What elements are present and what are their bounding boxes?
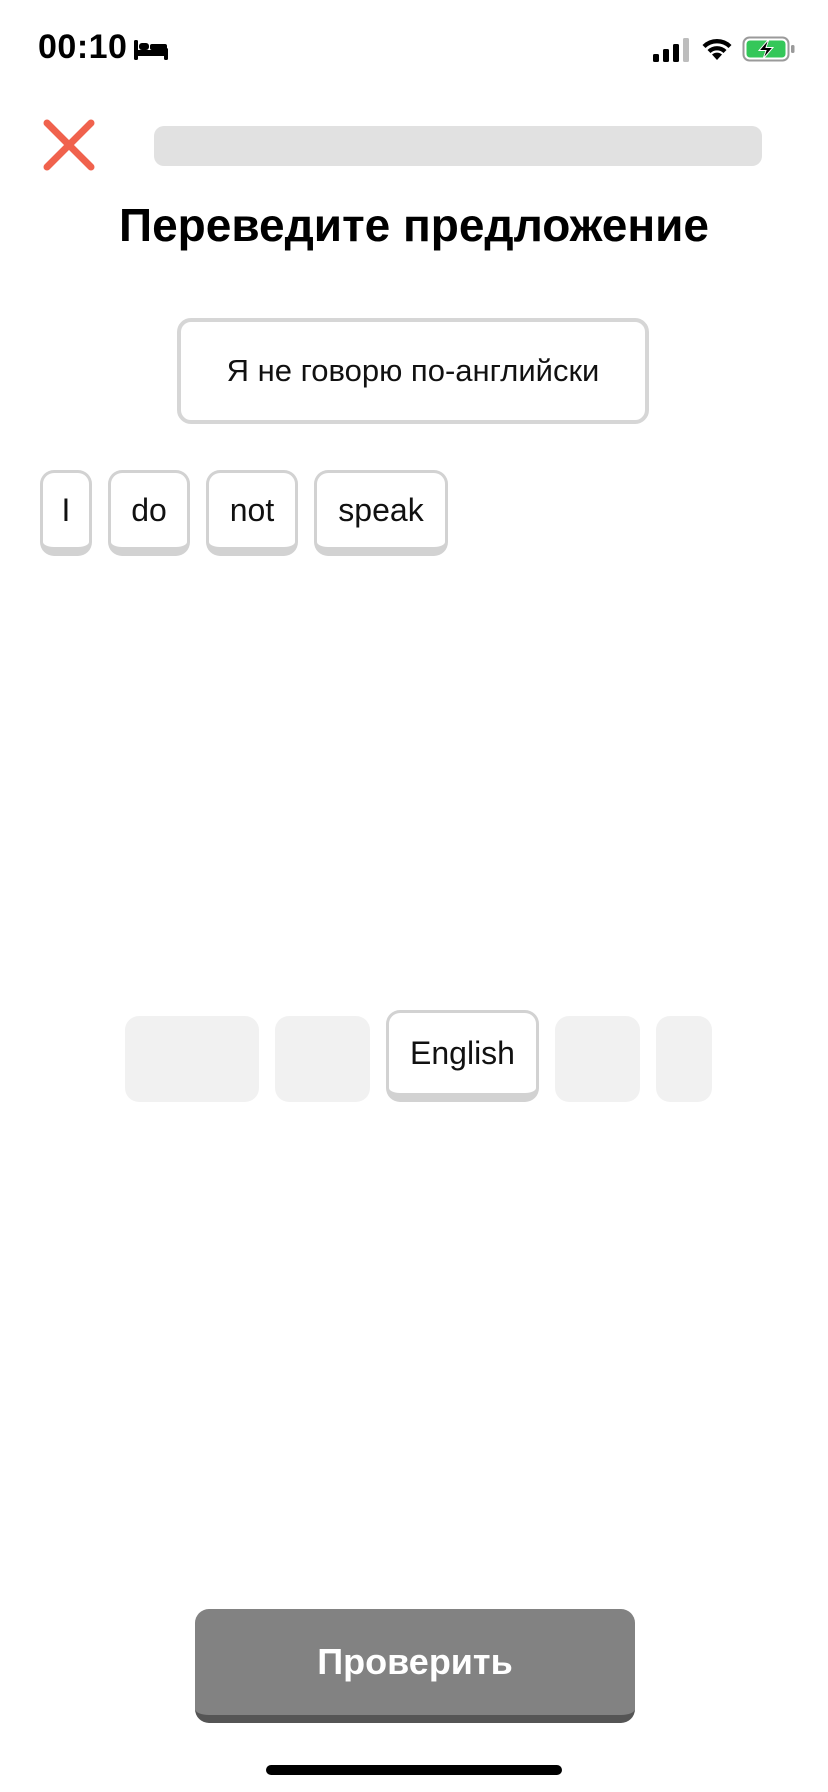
prompt-sentence: Я не говорю по-английски: [177, 318, 649, 424]
status-time: 00:10: [38, 28, 128, 66]
close-button[interactable]: [42, 118, 96, 172]
wifi-icon: [702, 38, 732, 60]
answer-word-chip[interactable]: do: [108, 470, 190, 556]
word-bank-chip[interactable]: English: [386, 1010, 539, 1102]
battery-charging-icon: [742, 36, 795, 62]
word-bank-empty-slot: [275, 1016, 370, 1102]
answer-word-chip[interactable]: speak: [314, 470, 448, 556]
answer-word-chip[interactable]: I: [40, 470, 92, 556]
check-button[interactable]: Проверить: [195, 1609, 635, 1723]
lesson-progress-bar: [154, 126, 762, 166]
answer-word-chip[interactable]: not: [206, 470, 298, 556]
page-title: Переведите предложение: [119, 199, 709, 251]
status-bar: 00:10: [0, 0, 828, 100]
home-indicator[interactable]: [266, 1765, 562, 1775]
word-bank-empty-slot: [656, 1016, 712, 1102]
sleep-mode-icon: [134, 40, 168, 60]
answer-area: I do not speak: [40, 470, 790, 566]
word-bank-empty-slot: [555, 1016, 640, 1102]
cellular-signal-icon: [653, 38, 689, 62]
close-icon: [43, 119, 95, 171]
lesson-screen: 00:10 Переведите предложение Я не говорю…: [0, 0, 828, 1792]
word-bank-empty-slot: [125, 1016, 259, 1102]
word-bank: English: [0, 1010, 828, 1110]
